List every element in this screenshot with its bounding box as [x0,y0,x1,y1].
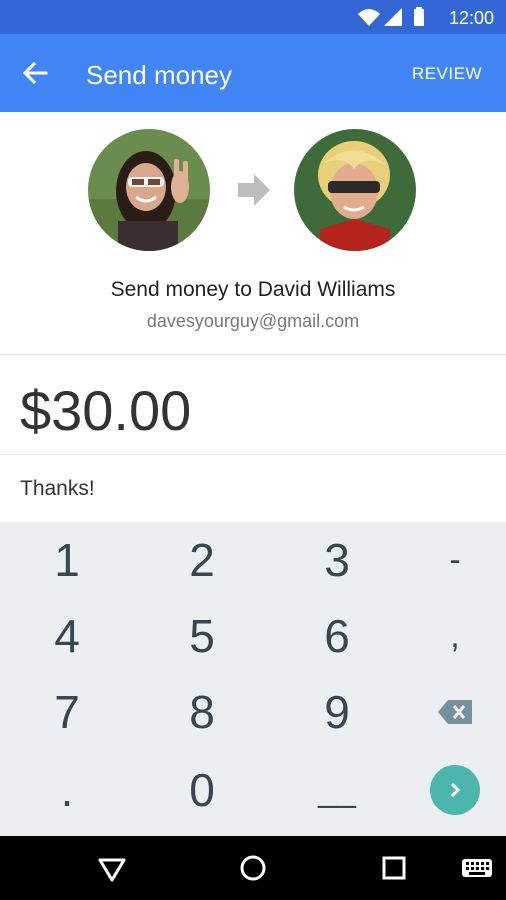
backspace-button[interactable] [392,674,506,750]
note-row: Thanks! [0,455,506,522]
signal-icon [384,8,402,26]
key-0[interactable]: 0 [139,752,265,828]
key-9[interactable]: 9 [274,674,400,750]
key-decimal[interactable]: . [4,752,130,828]
key-4[interactable]: 4 [4,598,130,674]
key-6[interactable]: 6 [274,598,400,674]
next-circle [430,765,480,815]
key-space[interactable]: __ [274,752,400,828]
wifi-icon [358,9,380,26]
home-circle-icon[interactable] [237,852,269,884]
app-bar: Send money REVIEW [0,34,506,112]
key-5[interactable]: 5 [139,598,265,674]
next-button[interactable] [392,752,506,828]
battery-icon [414,7,424,26]
recipient-avatar [294,129,416,251]
key-2[interactable]: 2 [139,522,265,598]
recents-square-icon[interactable] [378,852,410,884]
number-keypad: 1 2 3 - 4 5 6 , 7 8 9 . 0 __ [0,522,506,836]
keyboard-icon[interactable] [460,852,494,884]
sender-avatar [88,129,210,251]
key-3[interactable]: 3 [274,522,400,598]
status-time: 12:00 [448,8,494,28]
status-bar: 12:00 [0,0,506,34]
chevron-right-icon [450,782,461,798]
key-8[interactable]: 8 [139,674,265,750]
amount-field[interactable]: $30.00 [20,378,191,443]
arrow-right-icon [238,174,270,206]
status-icons [358,7,424,26]
back-triangle-icon[interactable] [96,852,128,884]
back-arrow-icon[interactable] [18,56,52,90]
backspace-icon [438,700,472,724]
amount-row: $30.00 [0,354,506,455]
key-7[interactable]: 7 [4,674,130,750]
system-nav-bar [0,836,506,900]
key-comma[interactable]: , [392,598,506,674]
recipient-name: Send money to David Williams [110,278,396,301]
key-minus[interactable]: - [392,522,506,598]
transfer-header: Send money to David Williams davesyourgu… [0,112,506,355]
page-title: Send money [86,60,232,90]
key-1[interactable]: 1 [4,522,130,598]
review-button[interactable]: REVIEW [412,64,482,84]
recipient-email: davesyourguy@gmail.com [146,311,360,331]
note-field[interactable]: Thanks! [20,477,95,501]
